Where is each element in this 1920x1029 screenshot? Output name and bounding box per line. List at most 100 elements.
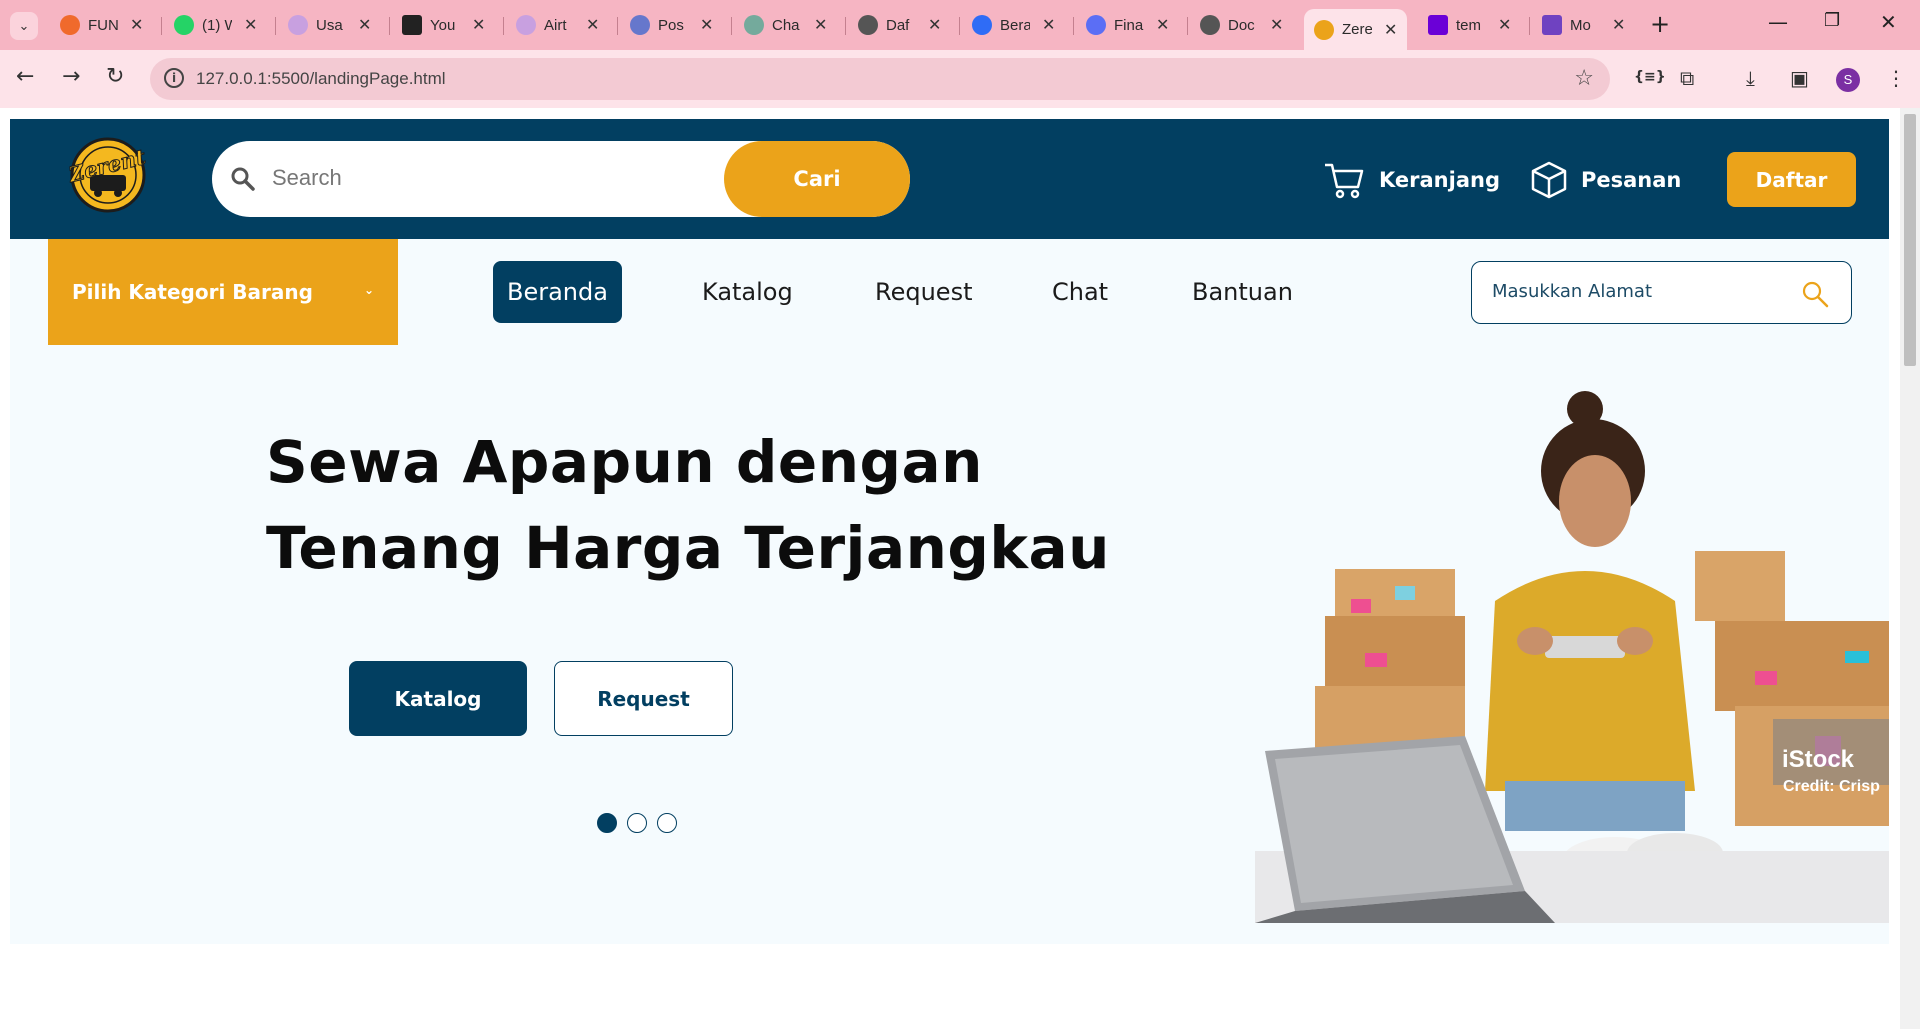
tab-title: FUN — [88, 16, 118, 34]
new-tab-button[interactable]: + — [1650, 10, 1670, 38]
hero-headline: Sewa Apapun dengan Tenang Harga Terjangk… — [266, 419, 1110, 591]
carousel-dot-2[interactable] — [627, 813, 647, 833]
category-label: Pilih Kategori Barang — [72, 280, 313, 304]
register-button[interactable]: Daftar — [1727, 152, 1856, 207]
hero-katalog-button[interactable]: Katalog — [349, 661, 527, 736]
close-tab-icon[interactable]: ✕ — [358, 15, 371, 35]
hero-headline-line-1: Sewa Apapun dengan — [266, 428, 983, 496]
browser-tab[interactable]: tem ✕ — [1428, 9, 1511, 41]
tab-title: (1) W — [202, 16, 232, 34]
tab-favicon-icon — [516, 15, 536, 35]
close-tab-icon[interactable]: ✕ — [130, 15, 143, 35]
browser-tab[interactable]: Usa ✕ — [288, 9, 371, 41]
globe-favicon-icon — [1200, 15, 1220, 35]
tab-title: Bera — [1000, 16, 1030, 34]
restore-window-icon[interactable]: ❐ — [1824, 10, 1840, 31]
tab-title: Cha — [772, 16, 800, 34]
chevron-down-icon: ⌄ — [363, 283, 374, 297]
forward-arrow-icon[interactable]: → — [62, 64, 80, 89]
search-button[interactable]: Cari — [724, 141, 910, 217]
scrollbar-thumb[interactable] — [1904, 114, 1916, 366]
close-tab-icon[interactable]: ✕ — [1270, 15, 1283, 35]
browser-tab[interactable]: Mo ✕ — [1542, 9, 1625, 41]
nav-beranda[interactable]: Beranda — [493, 261, 622, 323]
browser-menu-icon[interactable]: ⋮ — [1886, 66, 1906, 90]
close-tab-icon[interactable]: ✕ — [1612, 15, 1625, 35]
yahoo-favicon-icon — [1428, 15, 1448, 35]
browser-tab[interactable]: (1) W ✕ — [174, 9, 257, 41]
tab-favicon-icon — [972, 15, 992, 35]
reload-icon[interactable]: ↻ — [106, 64, 124, 89]
close-tab-icon[interactable]: ✕ — [928, 15, 941, 35]
nav-bantuan[interactable]: Bantuan — [1192, 261, 1293, 323]
address-field[interactable]: Masukkan Alamat — [1471, 261, 1852, 324]
side-panel-icon[interactable]: ▣ — [1790, 66, 1809, 90]
orders-link[interactable]: Pesanan — [1531, 161, 1681, 199]
browser-tab[interactable]: Pos ✕ — [630, 9, 713, 41]
browser-tab[interactable]: Fina ✕ — [1086, 9, 1169, 41]
hero-image — [1255, 391, 1889, 923]
close-tab-icon[interactable]: ✕ — [1042, 15, 1055, 35]
address-bar[interactable]: i 127.0.0.1:5500/landingPage.html ☆ — [150, 58, 1610, 100]
globe-favicon-icon — [858, 15, 878, 35]
browser-tab[interactable]: Airt ✕ — [516, 9, 599, 41]
close-tab-icon[interactable]: ✕ — [700, 15, 713, 35]
close-window-icon[interactable]: ✕ — [1880, 10, 1897, 34]
close-tab-icon[interactable]: ✕ — [244, 15, 257, 35]
carousel-dot-3[interactable] — [657, 813, 677, 833]
browser-tab[interactable]: Bera ✕ — [972, 9, 1055, 41]
tab-search-menu-button[interactable]: ⌄ — [10, 12, 38, 40]
browser-tab[interactable]: Doc ✕ — [1200, 9, 1283, 41]
site-info-icon[interactable]: i — [164, 68, 184, 88]
watermark-credit: Credit: Crisp — [1783, 778, 1880, 795]
tab-title: tem — [1456, 16, 1482, 34]
browser-tab-active[interactable]: Zere ✕ — [1304, 9, 1408, 50]
page-viewport: Zerent Search Cari Keranjang Pesanan Daf… — [0, 108, 1900, 1029]
page-scrollbar[interactable] — [1900, 108, 1920, 1029]
json-extension-icon[interactable]: {≡} — [1634, 69, 1666, 85]
close-tab-icon[interactable]: ✕ — [1156, 15, 1169, 35]
zerent-favicon-icon — [1314, 19, 1334, 40]
nav-request[interactable]: Request — [875, 261, 973, 323]
profile-avatar[interactable]: S — [1836, 68, 1860, 92]
package-box-icon — [1531, 161, 1567, 199]
extensions-puzzle-icon[interactable]: ⧉ — [1680, 66, 1694, 90]
browser-tab[interactable]: Cha ✕ — [744, 9, 827, 41]
tab-title: Usa — [316, 16, 343, 34]
search-icon[interactable] — [1801, 280, 1829, 308]
close-tab-icon[interactable]: ✕ — [586, 15, 599, 35]
whatsapp-favicon-icon — [174, 15, 194, 35]
download-icon[interactable]: ⤓ — [1746, 66, 1755, 90]
close-tab-icon[interactable]: ✕ — [472, 15, 485, 35]
category-dropdown[interactable]: Pilih Kategori Barang ⌄ — [48, 239, 398, 345]
search-input[interactable]: Search — [272, 165, 342, 191]
cart-label: Keranjang — [1379, 168, 1500, 192]
tab-title: Daf — [886, 16, 910, 34]
chatgpt-favicon-icon — [744, 15, 764, 35]
tab-title: Mo — [1570, 16, 1591, 34]
browser-tab[interactable]: You ✕ — [402, 9, 485, 41]
nav-chat[interactable]: Chat — [1052, 261, 1108, 323]
browser-tab[interactable]: Daf ✕ — [858, 9, 941, 41]
back-arrow-icon[interactable]: ← — [16, 64, 34, 89]
close-tab-icon[interactable]: ✕ — [1384, 20, 1397, 40]
browser-tab-strip: ⌄ FUN ✕ (1) W ✕ Usa ✕ You ✕ Airt ✕ Pos ✕ Cha ✕ … — [0, 0, 1920, 50]
nav-katalog[interactable]: Katalog — [702, 261, 793, 323]
minimize-window-icon[interactable]: — — [1768, 10, 1788, 34]
address-placeholder: Masukkan Alamat — [1492, 281, 1653, 302]
bootstrap-favicon-icon — [1542, 15, 1562, 35]
url-text[interactable]: 127.0.0.1:5500/landingPage.html — [196, 69, 446, 89]
tab-favicon-icon — [1086, 15, 1106, 35]
cart-icon — [1325, 163, 1364, 199]
cart-link[interactable]: Keranjang — [1323, 161, 1500, 199]
carousel-dot-1[interactable] — [597, 813, 617, 833]
close-tab-icon[interactable]: ✕ — [814, 15, 827, 35]
browser-tab[interactable]: FUN ✕ — [60, 9, 143, 41]
close-tab-icon[interactable]: ✕ — [1498, 15, 1511, 35]
hero-request-button[interactable]: Request — [554, 661, 733, 736]
tab-favicon-icon — [60, 15, 80, 35]
tab-title: Airt — [544, 16, 567, 34]
watermark-istock: iStock — [1782, 746, 1855, 773]
bookmark-star-icon[interactable]: ☆ — [1574, 66, 1594, 91]
orders-label: Pesanan — [1581, 168, 1682, 192]
